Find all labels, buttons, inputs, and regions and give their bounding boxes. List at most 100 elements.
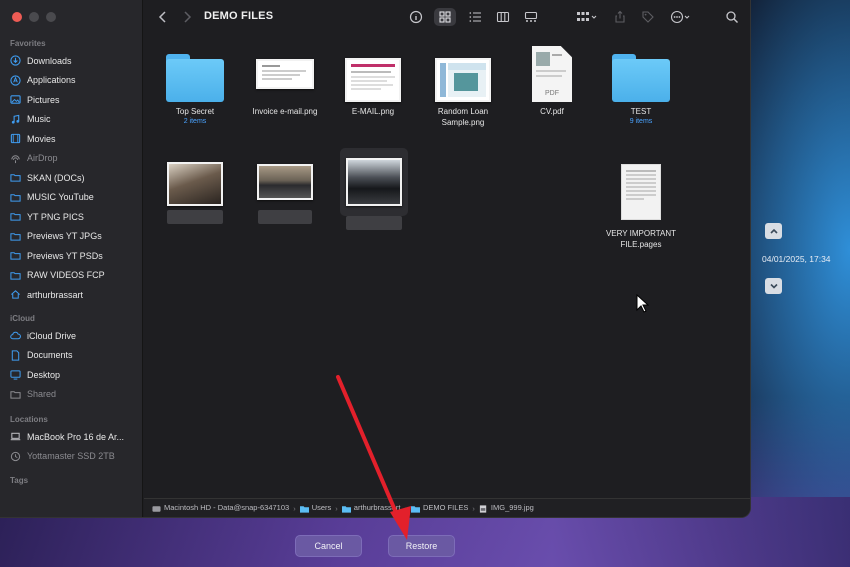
file-item-top-secret[interactable]: Top Secret 2 items: [150, 46, 240, 126]
laptop-icon: [10, 431, 21, 442]
sidebar-item-movies[interactable]: Movies: [0, 129, 143, 149]
more-actions-button[interactable]: [668, 8, 694, 26]
sidebar-item-label: Music: [27, 114, 51, 125]
file-name: Invoice e-mail.png: [252, 107, 318, 116]
airdrop-icon: [10, 153, 21, 164]
close-window-button[interactable]: [12, 12, 22, 22]
path-separator: ›: [293, 503, 296, 513]
window-title: DEMO FILES: [204, 10, 274, 22]
folder-icon: [166, 54, 224, 102]
folder-icon: [10, 231, 21, 242]
sidebar-item-music[interactable]: Music: [0, 110, 143, 130]
sidebar-item-raw-videos-fcp[interactable]: RAW VIDEOS FCP: [0, 266, 143, 286]
forward-button[interactable]: [180, 8, 194, 26]
folder-icon: [10, 211, 21, 222]
sidebar-item-music-youtube[interactable]: MUSIC YouTube: [0, 188, 143, 208]
share-button[interactable]: [613, 8, 627, 26]
path-bar: Macintosh HD - Data@snap-6347103 › Users…: [144, 498, 750, 517]
sidebar-icloud: iCloud iCloud Drive Documents Desktop Sh…: [0, 312, 143, 404]
timeline-date: 04/01/2025, 17:34: [762, 254, 831, 264]
sidebar-item-label: Downloads: [27, 55, 72, 66]
sidebar-item-arthurbrassart[interactable]: arthurbrassart: [0, 285, 143, 305]
sidebar-item-yt-png-pics[interactable]: YT PNG PICS: [0, 207, 143, 227]
sidebar-item-label: iCloud Drive: [27, 330, 77, 341]
chevron-right-icon: [184, 11, 192, 23]
file-item-email[interactable]: E-MAIL.png: [328, 46, 418, 117]
sidebar-item-icloud-drive[interactable]: iCloud Drive: [0, 326, 143, 346]
info-button[interactable]: [408, 8, 424, 26]
folder-icon: [341, 505, 351, 513]
folder-icon: [410, 505, 420, 513]
path-segment-users[interactable]: Users: [299, 503, 331, 512]
file-item-cv-pdf[interactable]: PDF CV.pdf: [507, 46, 597, 117]
path-segment-label: arthurbrassart: [353, 503, 401, 513]
search-button[interactable]: [725, 8, 739, 26]
back-button[interactable]: [156, 8, 170, 26]
path-segment-label: Macintosh HD - Data@snap-6347103: [164, 503, 290, 513]
sidebar-item-label: YT PNG PICS: [27, 211, 84, 222]
sidebar-item-downloads[interactable]: Downloads: [0, 51, 143, 71]
path-segment-img-999[interactable]: IMG_999.jpg: [479, 503, 534, 512]
restore-button[interactable]: Restore: [388, 535, 455, 557]
group-button[interactable]: [574, 8, 600, 26]
file-item-invoice-email[interactable]: Invoice e-mail.png: [240, 46, 330, 117]
timeline-down-button[interactable]: [765, 278, 782, 294]
minimize-window-button[interactable]: [29, 12, 39, 22]
folder-icon: [10, 192, 21, 203]
sidebar-item-airdrop[interactable]: AirDrop: [0, 149, 143, 169]
file-name: Top Secret: [175, 107, 215, 116]
folder-icon: [10, 250, 21, 261]
sidebar-item-previews-yt-psds[interactable]: Previews YT PSDs: [0, 246, 143, 266]
gallery-view-button[interactable]: [523, 8, 539, 26]
image-thumbnail: [257, 164, 313, 200]
folder-icon: [10, 270, 21, 281]
zoom-window-button[interactable]: [46, 12, 56, 22]
sidebar-item-applications[interactable]: Applications: [0, 71, 143, 91]
redacted-filename: [258, 210, 312, 224]
file-item-test[interactable]: TEST 9 items: [596, 46, 686, 126]
sidebar-locations: Locations MacBook Pro 16 de Ar... Yottam…: [0, 413, 143, 466]
file-item-very-important-file[interactable]: VERY IMPORTANT FILE.pages: [596, 164, 686, 250]
sidebar-item-label: Previews YT JPGs: [27, 231, 102, 242]
sidebar-item-shared[interactable]: Shared: [0, 385, 143, 405]
list-view-button[interactable]: [467, 8, 483, 26]
file-item-random-loan-sample[interactable]: Random Loan Sample.png: [418, 46, 508, 128]
disk-icon: [152, 505, 161, 512]
sidebar-item-yottamaster-ssd[interactable]: Yottamaster SSD 2TB: [0, 447, 143, 467]
sidebar-item-desktop[interactable]: Desktop: [0, 365, 143, 385]
path-segment-arthurbrassart[interactable]: arthurbrassart: [341, 503, 401, 513]
column-view-button[interactable]: [495, 8, 511, 26]
music-icon: [10, 114, 21, 125]
file-name: CV.pdf: [540, 107, 564, 116]
movies-icon: [10, 133, 21, 144]
path-segment-demo-files[interactable]: DEMO FILES: [410, 503, 468, 513]
tag-icon: [642, 11, 654, 23]
folder-icon: [612, 54, 670, 102]
tag-button[interactable]: [641, 8, 655, 26]
sidebar-heading-locations: Locations: [10, 415, 48, 424]
file-item-img-999-selected[interactable]: [329, 158, 419, 230]
columns-icon: [496, 11, 510, 23]
toolbar: DEMO FILES: [144, 0, 750, 34]
icon-view-button[interactable]: [434, 8, 456, 26]
sidebar-item-documents[interactable]: Documents: [0, 346, 143, 366]
file-item-car-interior[interactable]: [150, 158, 240, 224]
image-thumbnail: [435, 58, 491, 102]
finder-window: Favorites Downloads Applications Picture…: [0, 0, 751, 518]
sidebar-item-skan-docs[interactable]: SKAN (DOCs): [0, 168, 143, 188]
cancel-button[interactable]: Cancel: [295, 535, 362, 557]
chevron-up-icon: [769, 228, 778, 234]
info-icon: [409, 10, 423, 24]
sidebar-item-previews-yt-jpgs[interactable]: Previews YT JPGs: [0, 227, 143, 247]
document-icon: [10, 350, 21, 361]
sidebar-item-pictures[interactable]: Pictures: [0, 90, 143, 110]
download-icon: [10, 55, 21, 66]
image-thumbnail: [167, 162, 223, 206]
sidebar-item-macbook-pro[interactable]: MacBook Pro 16 de Ar...: [0, 427, 143, 447]
sidebar-tags: Tags: [0, 474, 143, 488]
path-segment-macintosh-hd[interactable]: Macintosh HD - Data@snap-6347103: [152, 503, 289, 512]
timeline-up-button[interactable]: [765, 223, 782, 239]
pictures-icon: [10, 94, 21, 105]
sidebar-item-label: RAW VIDEOS FCP: [27, 270, 105, 281]
file-item-car-exterior[interactable]: [240, 158, 330, 224]
